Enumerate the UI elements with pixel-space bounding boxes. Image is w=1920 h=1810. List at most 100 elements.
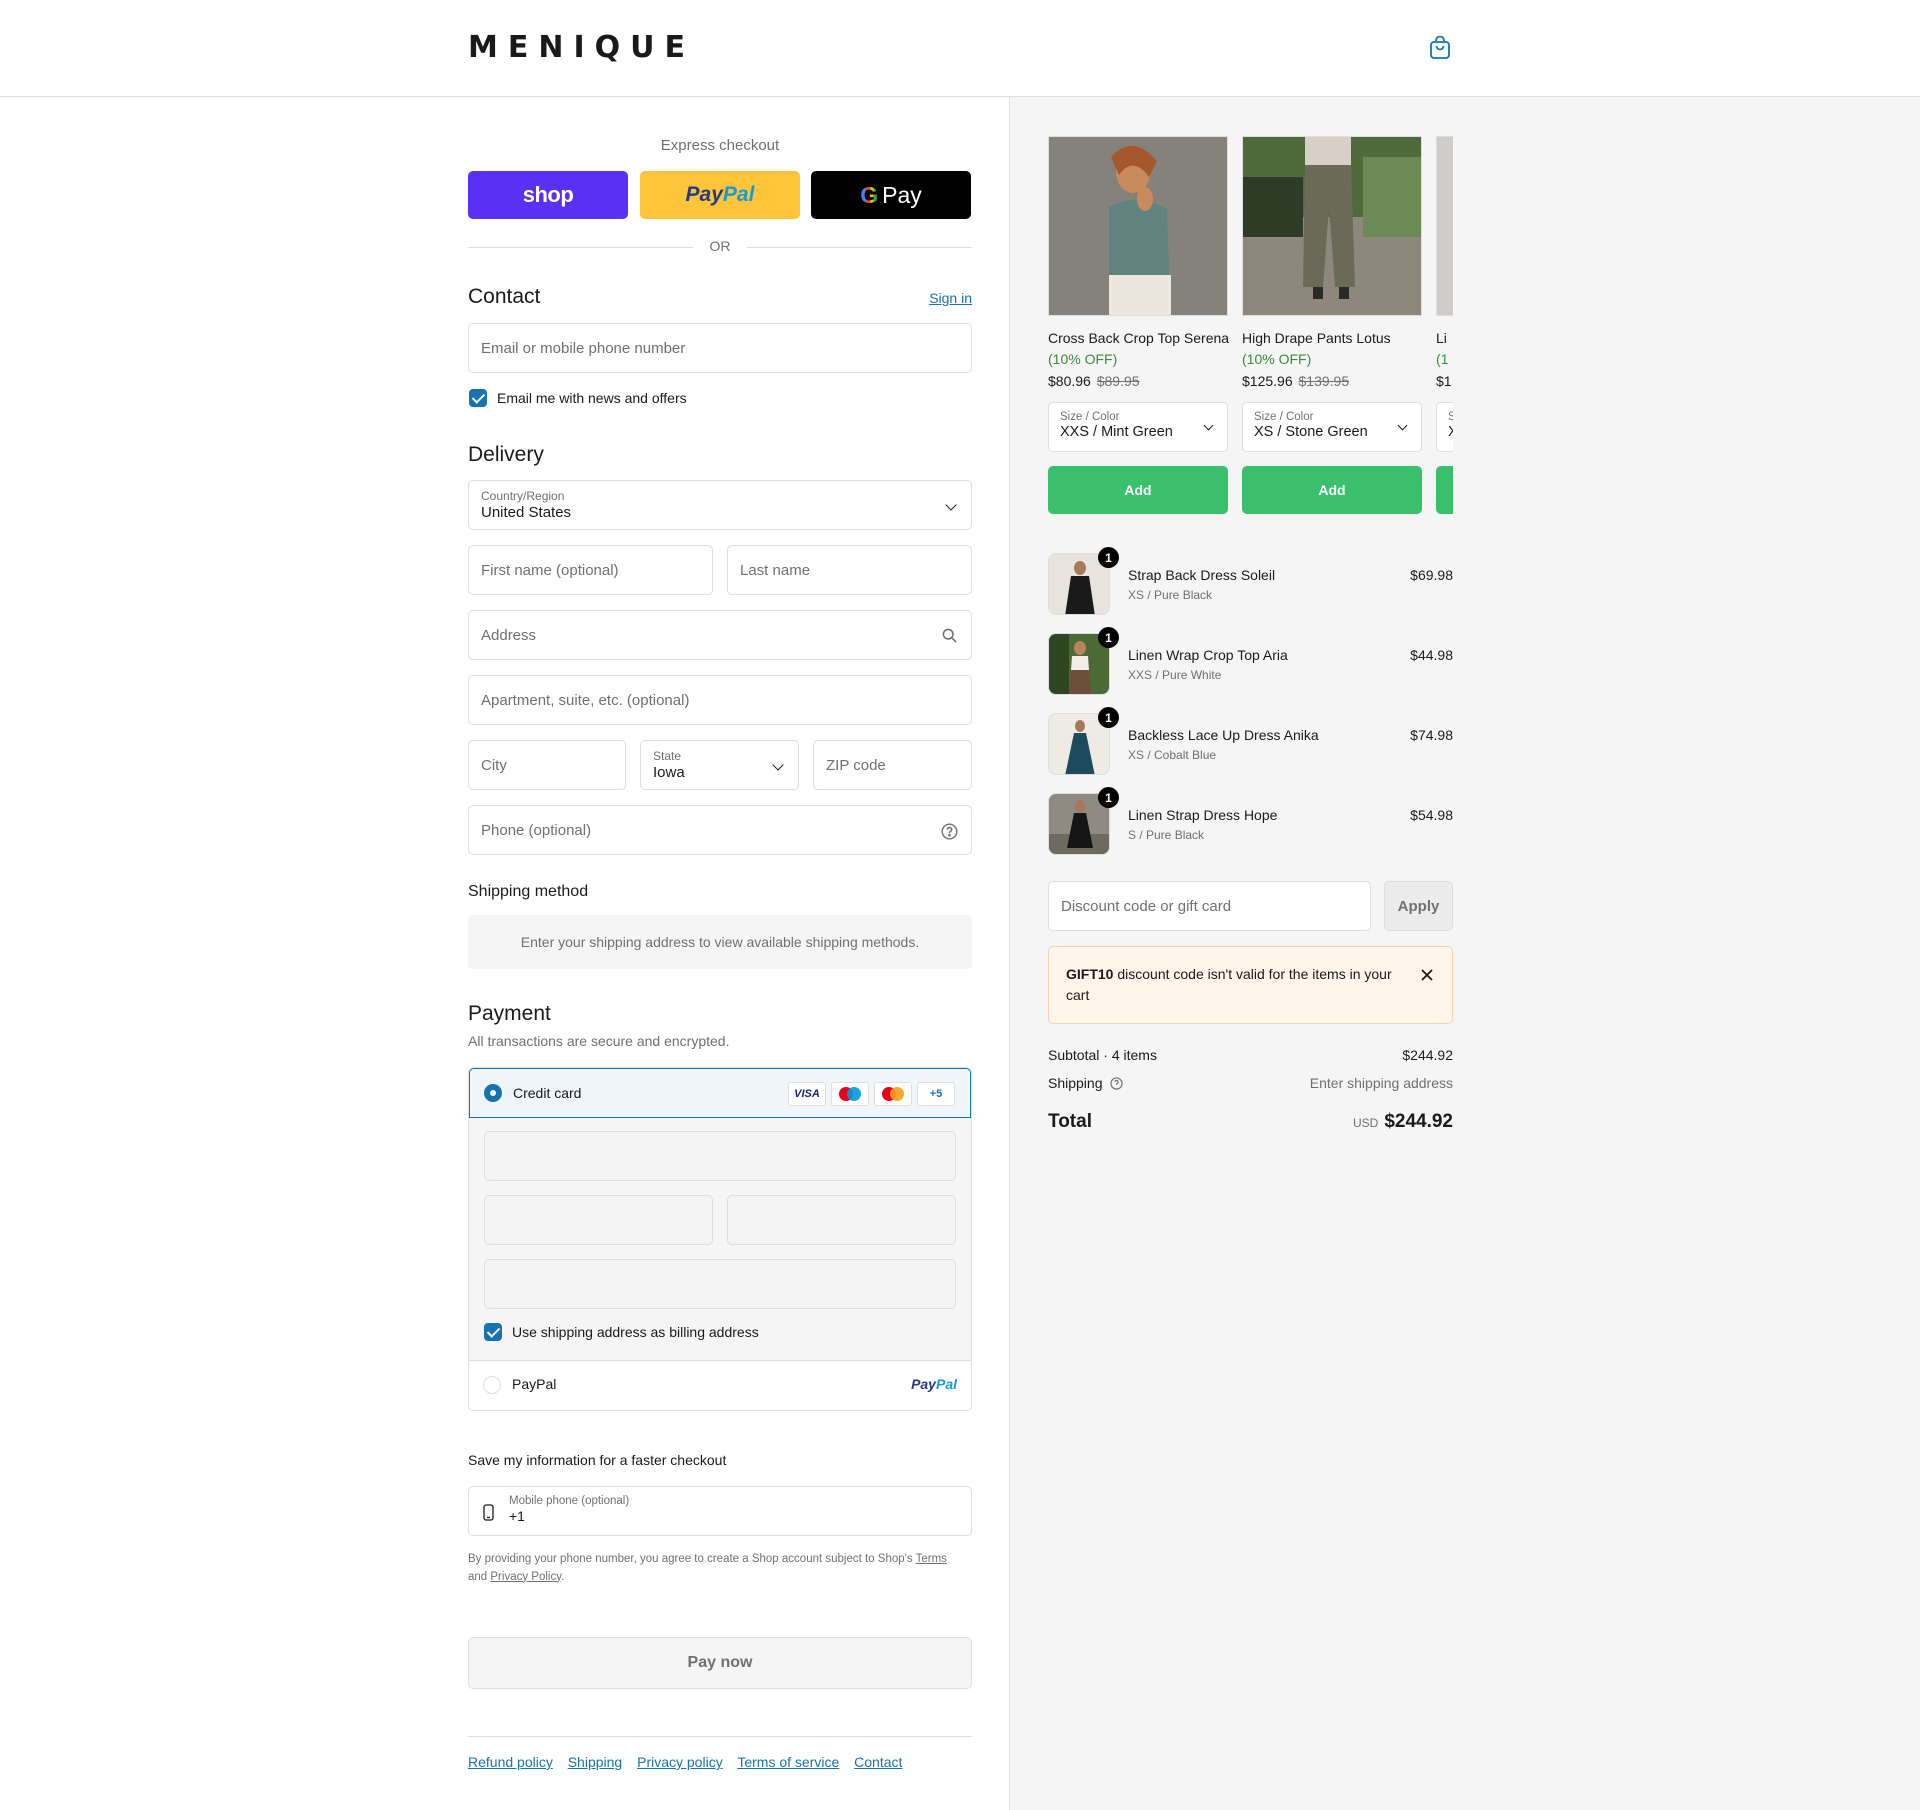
paypal-logo: PayPal (911, 1376, 957, 1392)
discount-error-text: discount code isn't valid for the items … (1066, 966, 1392, 1003)
payment-options: Credit card VISA +5 Use shipping address… (468, 1067, 972, 1411)
mastercard-icon (874, 1082, 912, 1106)
size-color-select[interactable]: Size / Color XXS / Mint Green (1048, 402, 1228, 452)
refund-policy-link[interactable]: Refund policy (468, 1754, 553, 1770)
product-price: $125.96 (1242, 373, 1293, 389)
footer-divider (468, 1736, 972, 1737)
apartment-field[interactable]: Apartment, suite, etc. (optional) (468, 675, 972, 725)
size-color-label: Size / Color (1254, 411, 1314, 423)
cart-item-variant: XS / Cobalt Blue (1128, 748, 1217, 762)
product-price-row: $80.96 $89.95 (1048, 373, 1228, 389)
shipping-method-message: Enter your shipping address to view avai… (468, 915, 972, 969)
mobile-phone-field[interactable]: Mobile phone (optional) +1 (468, 1486, 972, 1536)
total-value: $244.92 (1384, 1111, 1453, 1132)
card-number-field[interactable] (484, 1131, 956, 1181)
upsell-product: Li (1 $1 S X (1436, 136, 1453, 514)
mobile-phone-value: +1 (509, 1508, 525, 1524)
paypal-radio[interactable] (483, 1376, 501, 1394)
paypal-option[interactable]: PayPal PayPal (469, 1361, 971, 1410)
footer-links: Refund policy Shipping Privacy policy Te… (468, 1754, 913, 1770)
size-color-value: XXS / Mint Green (1060, 424, 1173, 440)
shipping-policy-link[interactable]: Shipping (568, 1754, 623, 1770)
city-field[interactable]: City (468, 740, 626, 790)
apply-discount-button[interactable]: Apply (1384, 881, 1453, 931)
security-code-field[interactable] (727, 1195, 956, 1245)
shop-pay-button[interactable]: shop (468, 171, 628, 219)
expiration-field[interactable] (484, 1195, 713, 1245)
address-field[interactable]: Address (468, 610, 972, 660)
country-label: Country/Region (481, 489, 565, 503)
product-discount: (1 (1436, 351, 1449, 367)
contact-heading: Contact (468, 285, 541, 308)
google-pay-label: Pay (882, 181, 922, 208)
privacy-policy-link[interactable]: Privacy Policy (490, 1571, 561, 1583)
upsell-product: High Drape Pants Lotus (10% OFF) $125.96… (1242, 136, 1422, 514)
country-select[interactable]: Country/Region United States (468, 480, 972, 530)
delivery-heading: Delivery (468, 443, 544, 466)
logo[interactable]: MENIQUE (468, 30, 695, 65)
add-button[interactable]: Add (1048, 466, 1228, 514)
billing-address-checkbox[interactable] (484, 1323, 502, 1341)
product-name: High Drape Pants Lotus (1242, 330, 1391, 346)
shipping-label: Shipping (1048, 1075, 1103, 1091)
contact-link[interactable]: Contact (854, 1754, 902, 1770)
upsell-carousel: Cross Back Crop Top Serena (10% OFF) $80… (1048, 136, 1453, 526)
close-icon[interactable] (1420, 968, 1434, 982)
sign-in-link[interactable]: Sign in (929, 290, 972, 306)
paypal-option-label: PayPal (512, 1376, 557, 1392)
news-label: Email me with news and offers (497, 390, 687, 406)
phone-placeholder: Phone (optional) (481, 821, 592, 839)
shopping-bag-icon[interactable] (1429, 36, 1451, 60)
credit-card-radio[interactable] (484, 1084, 502, 1102)
size-color-label: S (1448, 411, 1453, 423)
discount-code: GIFT10 (1066, 966, 1114, 982)
total-label: Total (1048, 1111, 1092, 1132)
add-button[interactable] (1436, 466, 1453, 514)
product-price-row: $125.96 $139.95 (1242, 373, 1422, 389)
terms-link[interactable]: Terms (916, 1553, 947, 1565)
discount-code-field[interactable]: Discount code or gift card (1048, 881, 1371, 931)
pay-now-button[interactable]: Pay now (468, 1637, 972, 1689)
name-on-card-field[interactable] (484, 1259, 956, 1309)
size-color-select[interactable]: S X (1436, 402, 1453, 452)
search-icon (942, 628, 957, 643)
privacy-policy-footer-link[interactable]: Privacy policy (637, 1754, 723, 1770)
cart-item-name: Linen Strap Dress Hope (1128, 807, 1278, 823)
email-field[interactable]: Email or mobile phone number (468, 323, 972, 373)
product-name: Li (1436, 330, 1447, 346)
chevron-down-icon (945, 499, 957, 511)
google-pay-button[interactable]: G Pay (811, 171, 971, 219)
size-color-select[interactable]: Size / Color XS / Stone Green (1242, 402, 1422, 452)
credit-card-form: Use shipping address as billing address (469, 1118, 971, 1361)
help-circle-icon[interactable] (941, 823, 958, 840)
zip-field[interactable]: ZIP code (813, 740, 972, 790)
total-value-group: USD $244.92 (1353, 1111, 1453, 1133)
state-select[interactable]: State Iowa (640, 740, 799, 790)
first-name-field[interactable]: First name (optional) (468, 545, 713, 595)
currency-code: USD (1352, 1116, 1379, 1130)
cart-item-price: $54.98 (1410, 807, 1453, 823)
state-label: State (653, 749, 682, 763)
save-info-disclaimer: By providing your phone number, you agre… (468, 1551, 972, 1586)
news-checkbox[interactable] (469, 389, 487, 407)
last-name-field[interactable]: Last name (727, 545, 972, 595)
shop-pay-label: shop (522, 182, 574, 207)
help-circle-icon[interactable] (1110, 1077, 1124, 1090)
shipping-method-heading: Shipping method (468, 883, 589, 900)
terms-of-service-link[interactable]: Terms of service (737, 1754, 839, 1770)
cart-item-variant: XXS / Pure White (1128, 668, 1222, 682)
product-image[interactable] (1436, 136, 1453, 316)
product-image[interactable] (1048, 136, 1228, 316)
product-discount: (10% OFF) (1242, 351, 1312, 367)
add-button[interactable]: Add (1242, 466, 1422, 514)
paypal-button[interactable]: Pay Pal (640, 171, 800, 219)
discount-error-message: GIFT10 discount code isn't valid for the… (1066, 964, 1406, 1006)
credit-card-option[interactable]: Credit card VISA +5 (469, 1068, 971, 1118)
quantity-badge: 1 (1098, 547, 1119, 568)
quantity-badge: 1 (1098, 627, 1119, 648)
product-image[interactable] (1242, 136, 1422, 316)
phone-field[interactable]: Phone (optional) (468, 805, 972, 855)
paypal-label-pay: Pay (685, 183, 723, 206)
header: MENIQUE (0, 0, 1920, 97)
paypal-logo-pay: Pay (911, 1376, 936, 1392)
